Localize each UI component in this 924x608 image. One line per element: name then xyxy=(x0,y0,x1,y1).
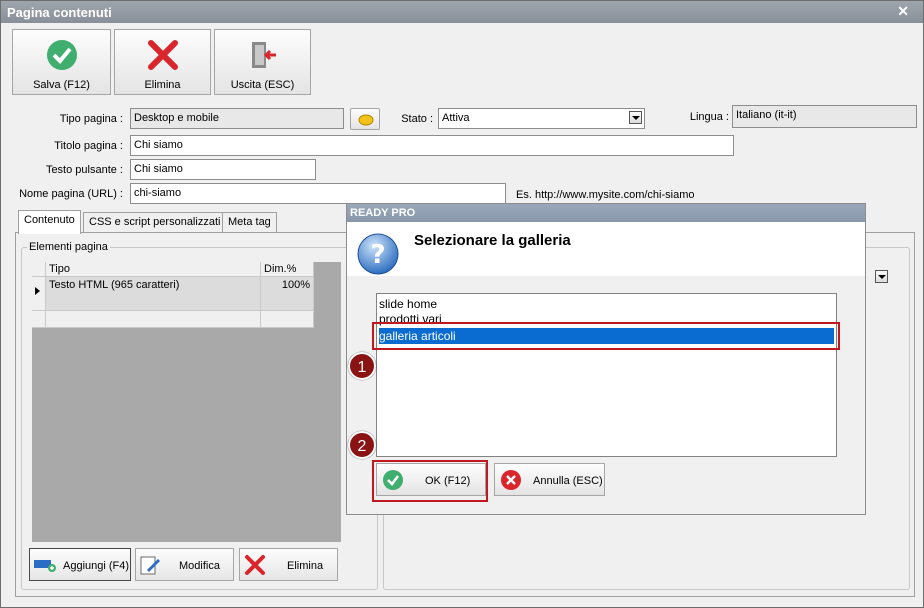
delete-button[interactable]: Elimina xyxy=(114,29,211,95)
step-marker-2: 2 xyxy=(348,431,376,459)
dialog-heading: Selezionare la galleria xyxy=(414,232,571,249)
nome-pagina-label: Nome pagina (URL) : xyxy=(19,188,123,200)
dialog-title-bar: READY PRO xyxy=(347,204,865,222)
exit-button[interactable]: Uscita (ESC) xyxy=(214,29,311,95)
browse-button[interactable] xyxy=(350,108,380,130)
column-header-dim[interactable]: Dim.% xyxy=(261,262,314,277)
stato-value: Attiva xyxy=(442,112,470,124)
highlight-box-ok xyxy=(372,460,488,502)
close-icon[interactable]: ✕ xyxy=(897,3,909,20)
checkmark-icon xyxy=(46,40,77,70)
delete-element-button[interactable]: Elimina xyxy=(239,548,338,581)
save-button[interactable]: Salva (F12) xyxy=(12,29,111,95)
add-button-label: Aggiungi (F4) xyxy=(63,560,130,572)
lingua-label: Lingua : xyxy=(689,111,729,123)
edit-button-label: Modifica xyxy=(179,560,220,572)
url-example: Es. http://www.mysite.com/chi-siamo xyxy=(516,189,695,201)
tab-meta-tag[interactable]: Meta tag xyxy=(222,212,277,232)
svg-text:?: ? xyxy=(370,240,385,270)
gallery-list[interactable]: slide home prodotti vari galleria artico… xyxy=(376,293,837,457)
exit-button-label: Uscita (ESC) xyxy=(230,79,295,91)
tab-contenuto[interactable]: Contenuto xyxy=(18,210,81,234)
folder-icon xyxy=(358,114,374,126)
dialog-header: ? Selezionare la galleria xyxy=(347,222,865,276)
highlight-box-selection xyxy=(372,322,840,350)
testo-pulsante-input[interactable]: Chi siamo xyxy=(130,159,316,180)
dialog-title: READY PRO xyxy=(350,207,416,219)
question-icon: ? xyxy=(357,233,399,275)
window-title: Pagina contenuti xyxy=(7,5,112,20)
nome-pagina-input[interactable]: chi-siamo xyxy=(130,183,506,204)
elementi-group-label: Elementi pagina xyxy=(27,241,110,253)
cancel-button[interactable]: Annulla (ESC) xyxy=(494,463,605,496)
tipo-pagina-field[interactable]: Desktop e mobile xyxy=(130,108,344,129)
table-row-empty[interactable] xyxy=(46,311,261,328)
list-item[interactable]: slide home xyxy=(379,296,437,312)
add-button[interactable]: Aggiungi (F4) xyxy=(29,548,131,581)
step-marker-1: 1 xyxy=(348,352,376,380)
row-indicator[interactable] xyxy=(32,311,46,328)
chevron-down-icon[interactable] xyxy=(629,111,642,124)
delete-button-label: Elimina xyxy=(144,79,181,91)
edit-button[interactable]: Modifica xyxy=(135,548,234,581)
chevron-down-icon[interactable] xyxy=(875,270,888,283)
titolo-input[interactable]: Chi siamo xyxy=(130,135,734,156)
table-row-empty[interactable] xyxy=(261,311,314,328)
elements-grid: Tipo Dim.% Testo HTML (965 caratteri) 10… xyxy=(32,262,341,542)
cancel-button-label: Annulla (ESC) xyxy=(533,475,603,487)
stato-label: Stato : xyxy=(401,113,433,125)
titolo-label: Titolo pagina : xyxy=(54,140,123,152)
exit-door-icon xyxy=(251,42,276,68)
title-bar: Pagina contenuti ✕ xyxy=(1,1,923,23)
table-row-dim[interactable]: 100% xyxy=(261,277,314,311)
red-x-icon xyxy=(245,555,265,575)
add-element-icon xyxy=(34,560,56,572)
tab-css-script[interactable]: CSS e script personalizzati xyxy=(83,212,227,232)
save-button-label: Salva (F12) xyxy=(33,79,90,91)
stato-select[interactable]: Attiva xyxy=(438,108,645,129)
cancel-x-icon xyxy=(501,470,521,490)
row-pointer-icon xyxy=(35,287,40,295)
right-select[interactable] xyxy=(871,268,890,288)
grid-corner xyxy=(32,262,46,277)
red-x-icon xyxy=(147,40,178,70)
delete-element-button-label: Elimina xyxy=(287,560,324,572)
lingua-field[interactable]: Italiano (it-it) xyxy=(732,105,917,128)
edit-pencil-icon xyxy=(140,556,160,575)
column-header-tipo[interactable]: Tipo xyxy=(46,262,261,277)
testo-pulsante-label: Testo pulsante : xyxy=(45,164,123,176)
row-indicator[interactable] xyxy=(32,277,46,311)
table-row-tipo[interactable]: Testo HTML (965 caratteri) xyxy=(46,277,261,311)
tipo-pagina-label: Tipo pagina : xyxy=(59,113,123,125)
